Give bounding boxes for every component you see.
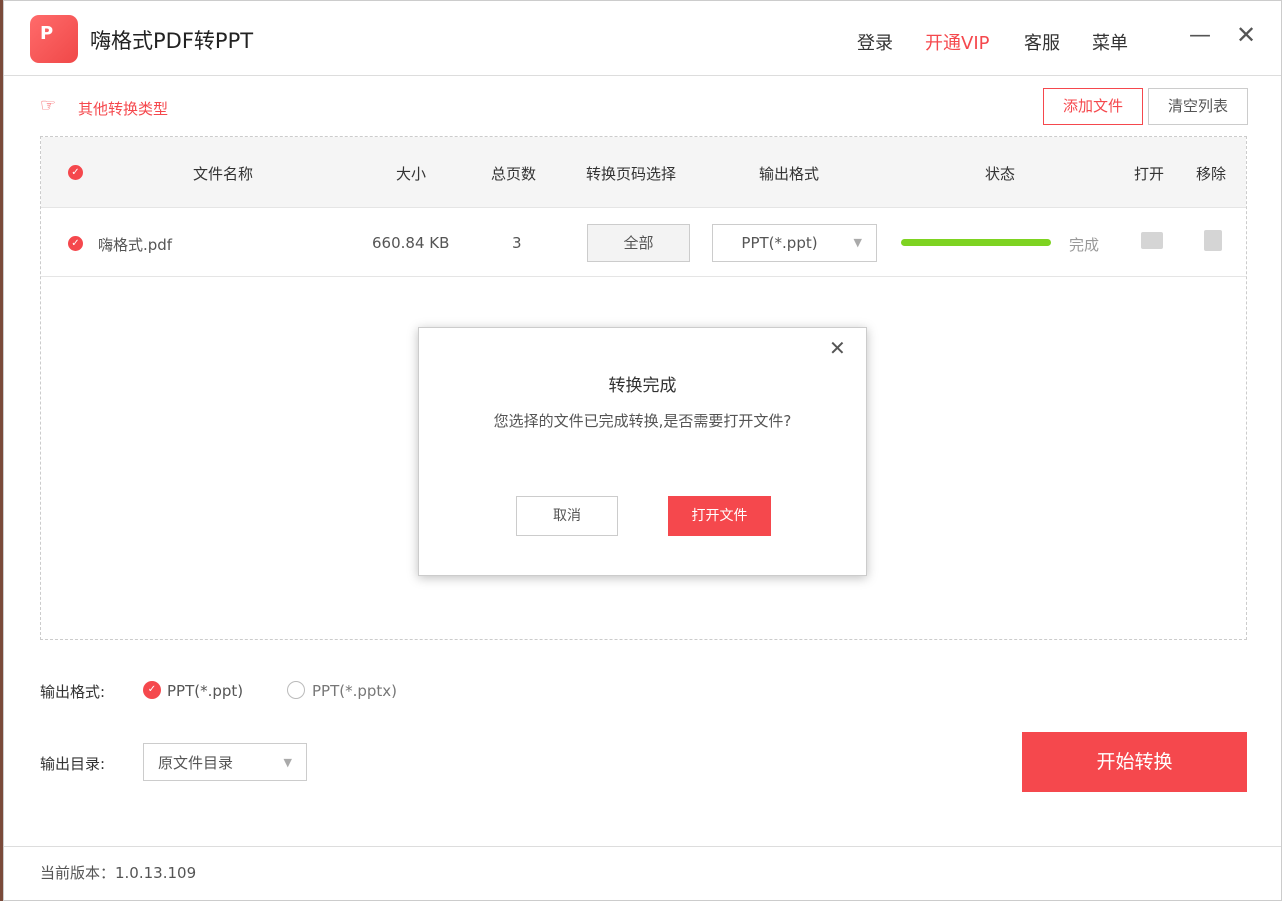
close-button[interactable]: ✕ [1236, 21, 1256, 49]
other-types-link[interactable]: 其他转换类型 [78, 98, 168, 119]
status-text: 完成 [1069, 236, 1100, 254]
radio-ppt[interactable]: ✓ [143, 681, 161, 699]
output-dir-label: 输出目录: [40, 755, 106, 773]
col-page-select: 转换页码选择 [586, 165, 677, 183]
conversion-complete-dialog: ✕ 转换完成 您选择的文件已完成转换,是否需要打开文件? 取消 打开文件 [418, 327, 867, 576]
output-format-label: 输出格式: [40, 683, 106, 701]
add-file-button[interactable]: 添加文件 [1043, 88, 1143, 125]
col-pages: 总页数 [491, 165, 537, 183]
open-file-button[interactable]: 打开文件 [668, 496, 771, 536]
format-select[interactable]: PPT(*.ppt) ▼ [712, 224, 877, 262]
file-size: 660.84 KB [372, 234, 450, 252]
vip-link[interactable]: 开通VIP [925, 29, 989, 55]
row-checkbox[interactable]: ✓ [68, 236, 83, 251]
radio-pptx[interactable] [287, 681, 305, 699]
login-link[interactable]: 登录 [857, 29, 893, 55]
dialog-message: 您选择的文件已完成转换,是否需要打开文件? [493, 412, 792, 430]
col-open: 打开 [1134, 165, 1165, 183]
minimize-button[interactable]: — [1189, 23, 1211, 48]
trash-icon[interactable] [1204, 230, 1222, 251]
clear-list-button[interactable]: 清空列表 [1148, 88, 1248, 125]
page-select-button[interactable]: 全部 [587, 224, 690, 262]
footer-divider [4, 846, 1281, 847]
service-link[interactable]: 客服 [1024, 29, 1060, 55]
table-row: ✓ 嗨格式.pdf 660.84 KB 3 全部 PPT(*.ppt) ▼ 完成 [41, 207, 1246, 277]
app-window: P 嗨格式PDF转PPT 登录 开通VIP 客服 菜单 — ✕ ☞ 其他转换类型… [3, 0, 1282, 901]
divider [4, 75, 1281, 76]
thumb-icon: ☞ [40, 95, 57, 116]
file-name: 嗨格式.pdf [98, 236, 173, 254]
progress-bar [901, 239, 1051, 246]
menu-link[interactable]: 菜单 [1092, 29, 1128, 55]
start-convert-button[interactable]: 开始转换 [1022, 732, 1247, 792]
output-dir-select[interactable]: 原文件目录 ▼ [143, 743, 307, 781]
folder-icon[interactable] [1141, 232, 1163, 249]
table-header: ✓ 文件名称 大小 总页数 转换页码选择 输出格式 状态 打开 移除 [41, 137, 1246, 207]
select-all-checkbox[interactable]: ✓ [68, 165, 83, 180]
col-format: 输出格式 [759, 165, 820, 183]
version-text: 当前版本：1.0.13.109 [40, 864, 197, 882]
dialog-close-icon[interactable]: ✕ [829, 336, 846, 360]
cancel-button[interactable]: 取消 [516, 496, 618, 536]
col-size: 大小 [396, 165, 427, 183]
col-remove: 移除 [1196, 165, 1227, 183]
app-title: 嗨格式PDF转PPT [90, 29, 254, 53]
dialog-title: 转换完成 [608, 376, 677, 396]
radio-ppt-label[interactable]: PPT(*.ppt) [167, 682, 243, 700]
app-logo: P [30, 15, 78, 63]
radio-pptx-label[interactable]: PPT(*.pptx) [312, 682, 397, 700]
col-status: 状态 [985, 165, 1016, 183]
page-count: 3 [512, 234, 522, 252]
col-name: 文件名称 [193, 165, 254, 183]
